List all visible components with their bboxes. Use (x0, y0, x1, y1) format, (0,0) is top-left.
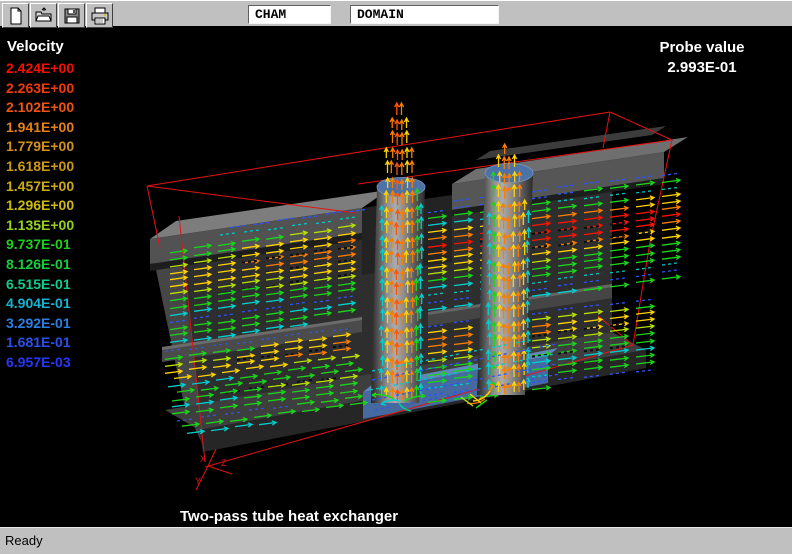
legend-entry: 1.296E+00 (6, 196, 74, 216)
new-file-button[interactable] (2, 3, 29, 28)
scene-caption: Two-pass tube heat exchanger (180, 508, 398, 525)
axis-label-z: Z (221, 458, 227, 468)
velocity-legend: 2.424E+002.263E+002.102E+001.941E+001.77… (6, 59, 74, 373)
save-file-button[interactable] (58, 3, 85, 28)
legend-entry: 1.941E+00 (6, 118, 74, 138)
run-name-field[interactable] (248, 5, 331, 24)
save-floppy-icon (63, 7, 81, 25)
legend-entry: 1.681E-01 (6, 333, 74, 353)
scene-svg: X Z Y (0, 30, 792, 527)
legend-title: Velocity (7, 38, 64, 55)
legend-entry: 2.102E+00 (6, 98, 74, 118)
axis-label-y: Y (195, 476, 201, 486)
legend-entry: 3.292E-01 (6, 314, 74, 334)
legend-entry: 1.457E+00 (6, 177, 74, 197)
status-text: Ready (5, 533, 43, 548)
legend-entry: 6.957E-03 (6, 353, 74, 373)
printer-icon (91, 7, 109, 25)
phoenics-viewer-window: X Z Y Velocity 2.424E+002.263E+002.102E+… (0, 0, 792, 554)
open-file-button[interactable] (30, 3, 57, 28)
legend-entry: 1.779E+00 (6, 137, 74, 157)
legend-entry: 1.135E+00 (6, 216, 74, 236)
legend-entry: 2.424E+00 (6, 59, 74, 79)
new-document-icon (7, 7, 25, 25)
axis-triad: X Z Y (195, 449, 232, 490)
status-bar: Ready (0, 527, 792, 554)
graphics-viewport[interactable]: X Z Y Velocity 2.424E+002.263E+002.102E+… (0, 30, 792, 527)
open-folder-icon (35, 7, 53, 25)
legend-entry: 2.263E+00 (6, 79, 74, 99)
legend-entry: 6.515E-01 (6, 275, 74, 295)
axis-label-x: X (200, 454, 206, 464)
probe-value-label: Probe value (650, 39, 754, 56)
object-name-field[interactable] (350, 5, 499, 24)
legend-entry: 1.618E+00 (6, 157, 74, 177)
legend-entry: 9.737E-01 (6, 235, 74, 255)
probe-value: 2.993E-01 (650, 59, 754, 76)
print-button[interactable] (86, 3, 113, 28)
legend-entry: 8.126E-01 (6, 255, 74, 275)
toolbar (0, 0, 792, 28)
legend-entry: 4.904E-01 (6, 294, 74, 314)
